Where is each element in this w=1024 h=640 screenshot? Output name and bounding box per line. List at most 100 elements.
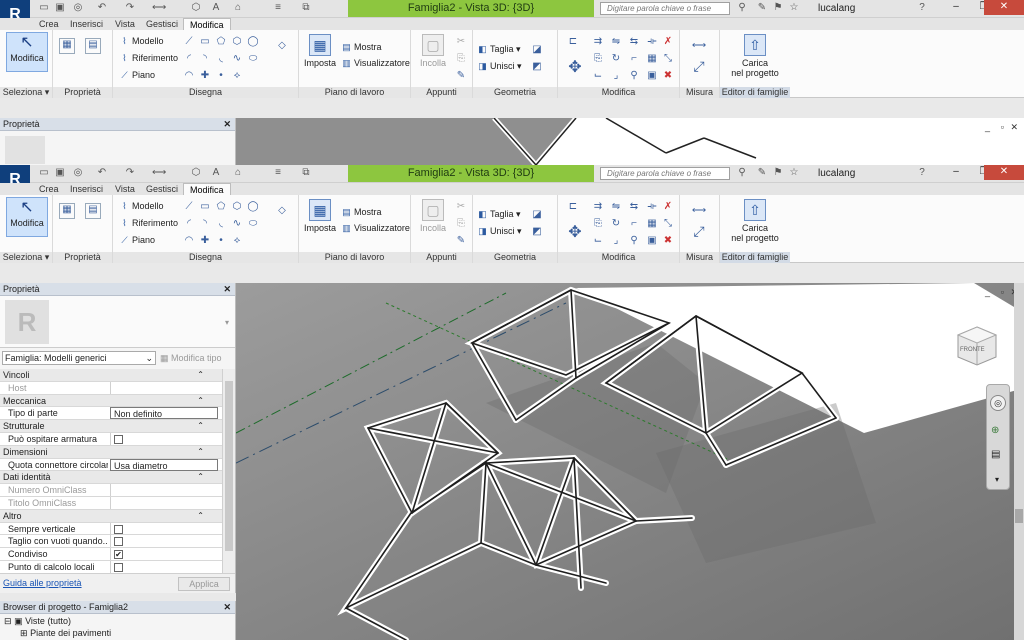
property-group[interactable]: Strutturale ⌃ (0, 420, 222, 433)
search-input-front[interactable]: Digitare parola chiave o frase (600, 167, 730, 180)
property-row[interactable]: Quota connettore circolare Usa diametro (0, 458, 222, 472)
undo-icon[interactable]: ↶ (96, 2, 108, 14)
collapse-group-icon[interactable]: ⌃ (197, 471, 204, 483)
property-row[interactable]: Sempre verticale (0, 522, 222, 536)
unisci-button-front[interactable]: ◨ Unisci ▾ (477, 226, 521, 237)
fillet-arc-icon[interactable]: ◟ (215, 53, 227, 65)
help-icon[interactable]: ? (916, 2, 928, 14)
tab-modifica[interactable]: Modifica (183, 18, 231, 30)
collapse-group-icon[interactable]: ⌃ (197, 420, 204, 432)
close-properties-icon[interactable]: ✕ (223, 283, 231, 296)
line-icon-front[interactable]: ⟋ (183, 201, 195, 213)
spline-icon[interactable]: ∿ (231, 53, 243, 65)
expand-icon[interactable]: ⊞ (20, 628, 28, 638)
viewport-scroll-thumb[interactable] (1015, 509, 1023, 523)
carica-nel-progetto-button-front[interactable]: ⇧ Carica nel progetto (726, 199, 784, 243)
riferimento-button-front[interactable]: ⌇ Riferimento (119, 218, 178, 229)
split-icon[interactable]: ⟛ (646, 36, 658, 48)
property-value[interactable] (110, 522, 218, 535)
riferimento-button[interactable]: ⌇ Riferimento (119, 53, 178, 64)
trim-multi-icon[interactable]: ⌟ (610, 70, 622, 82)
arc-center-icon-front[interactable]: ◝ (199, 218, 211, 230)
tab-vista-front[interactable]: Vista (109, 183, 141, 195)
pin-icon[interactable]: ⚲ (628, 70, 640, 82)
save-icon-front[interactable]: ▣ (54, 167, 66, 179)
property-row[interactable]: Tipo di parte Non definito (0, 407, 222, 421)
viewport-scrollbar[interactable] (1014, 283, 1024, 640)
tab-inserisci[interactable]: Inserisci (64, 18, 109, 30)
piano-button-front[interactable]: ⟋ Piano (119, 235, 155, 246)
property-checkbox[interactable] (114, 537, 123, 547)
align-icon[interactable]: ⊏ (564, 36, 582, 54)
mostra-button-front[interactable]: ▤ Mostra (341, 207, 381, 218)
collapse-group-icon[interactable]: ⌃ (197, 395, 204, 407)
property-row[interactable]: Condiviso ✔ (0, 548, 222, 561)
property-value[interactable]: Non definito (110, 407, 218, 420)
switch-windows-icon-front[interactable]: ⧉ (300, 167, 312, 179)
viewport-close-back[interactable]: ✕ (1010, 122, 1018, 133)
properties-scroll-thumb[interactable] (225, 381, 233, 551)
offset-icon-front[interactable]: ⇉ (592, 201, 604, 213)
thin-lines-icon[interactable]: ≡ (272, 2, 284, 14)
collapse-icon[interactable]: ⊟ (4, 616, 12, 626)
measure-line-icon[interactable]: ⟷ (686, 40, 712, 52)
arc-icon[interactable]: ◜ (183, 53, 195, 65)
delete-icon[interactable]: ✖ (662, 70, 674, 82)
group-icon[interactable]: ▣ (646, 70, 658, 82)
mirror-axis-icon[interactable]: ⇋ (610, 36, 622, 48)
property-checkbox[interactable] (114, 524, 123, 534)
arc-center-icon[interactable]: ◝ (199, 53, 211, 65)
match-icon-front[interactable]: ✎ (455, 235, 467, 247)
close-button-front[interactable]: ✕ (984, 165, 1024, 180)
point-icon-front[interactable]: • (215, 235, 227, 247)
paint-icon[interactable]: ◩ (531, 61, 543, 73)
array-icon-front[interactable]: ▦ (646, 218, 658, 230)
steering-wheel-icon[interactable]: ◎ (990, 395, 1006, 411)
property-value[interactable] (110, 496, 218, 509)
array-icon[interactable]: ▦ (646, 53, 658, 65)
tab-inserisci-front[interactable]: Inserisci (64, 183, 109, 195)
binoculars-icon-front[interactable]: ⚲ (736, 167, 748, 179)
incolla-button[interactable]: ▢ Incolla (417, 34, 449, 68)
property-row[interactable]: Taglio con vuoti quando... (0, 535, 222, 549)
copy-icon[interactable]: ⎘ (455, 53, 467, 65)
property-row[interactable]: Può ospitare armatura (0, 432, 222, 446)
sync-icon[interactable]: ◎ (72, 2, 84, 14)
property-group[interactable]: Dati identità ⌃ (0, 471, 222, 485)
trim-multi-icon-front[interactable]: ⌟ (610, 235, 622, 247)
property-value[interactable] (110, 484, 218, 497)
visualizzatore-button[interactable]: ▥ Visualizzatore (341, 58, 410, 69)
copy-element-icon-front[interactable]: ⎘ (592, 218, 604, 230)
properties-scrollbar[interactable] (222, 369, 235, 573)
zoom-icon[interactable]: ⊕ (991, 425, 999, 436)
family-types-icon-front[interactable]: ▤ (85, 203, 101, 219)
tree-root[interactable]: ⊟ ▣ Viste (tutto) (4, 616, 71, 627)
mirror-axis-icon-front[interactable]: ⇋ (610, 201, 622, 213)
subscription-icon-front[interactable]: ✎ (756, 167, 768, 179)
polygon-circ-icon[interactable]: ⬡ (231, 36, 243, 48)
move-icon[interactable]: ✥ (566, 60, 584, 80)
property-checkbox[interactable] (114, 434, 123, 444)
user-name[interactable]: lucalang (818, 0, 855, 17)
ellipse-icon-front[interactable]: ⬭ (247, 218, 259, 230)
line-icon[interactable]: ⟋ (183, 36, 195, 48)
dimension-icon[interactable]: ⤢ (686, 59, 712, 73)
star-icon-front[interactable]: ☆ (788, 167, 800, 179)
property-value[interactable] (110, 535, 218, 548)
seleziona-label-front[interactable]: Seleziona ▾ (0, 252, 52, 263)
properties-icon-front[interactable]: ▦ (59, 203, 75, 219)
viewport-restore-back[interactable]: ▫ (1001, 122, 1004, 132)
pick-face-icon-front[interactable]: ⟡ (231, 235, 243, 247)
tab-gestisci-front[interactable]: Gestisci (140, 183, 184, 195)
text-icon-front[interactable]: A (210, 167, 222, 179)
type-dropdown-icon[interactable]: ▾ (225, 318, 229, 327)
dimension-icon-front[interactable]: ⤢ (686, 224, 712, 238)
unpin-icon-front[interactable]: ✗ (662, 201, 674, 213)
orbit-icon[interactable]: ▤ (991, 449, 1000, 460)
pin-icon-front[interactable]: ⚲ (628, 235, 640, 247)
tab-gestisci[interactable]: Gestisci (140, 18, 184, 30)
help-icon-front[interactable]: ? (916, 167, 928, 179)
family-selector[interactable]: Famiglia: Modelli generici ⌄ (2, 351, 156, 365)
scale-icon-front[interactable]: ⤡ (662, 218, 674, 230)
open-icon-front[interactable]: ▭ (38, 167, 50, 179)
